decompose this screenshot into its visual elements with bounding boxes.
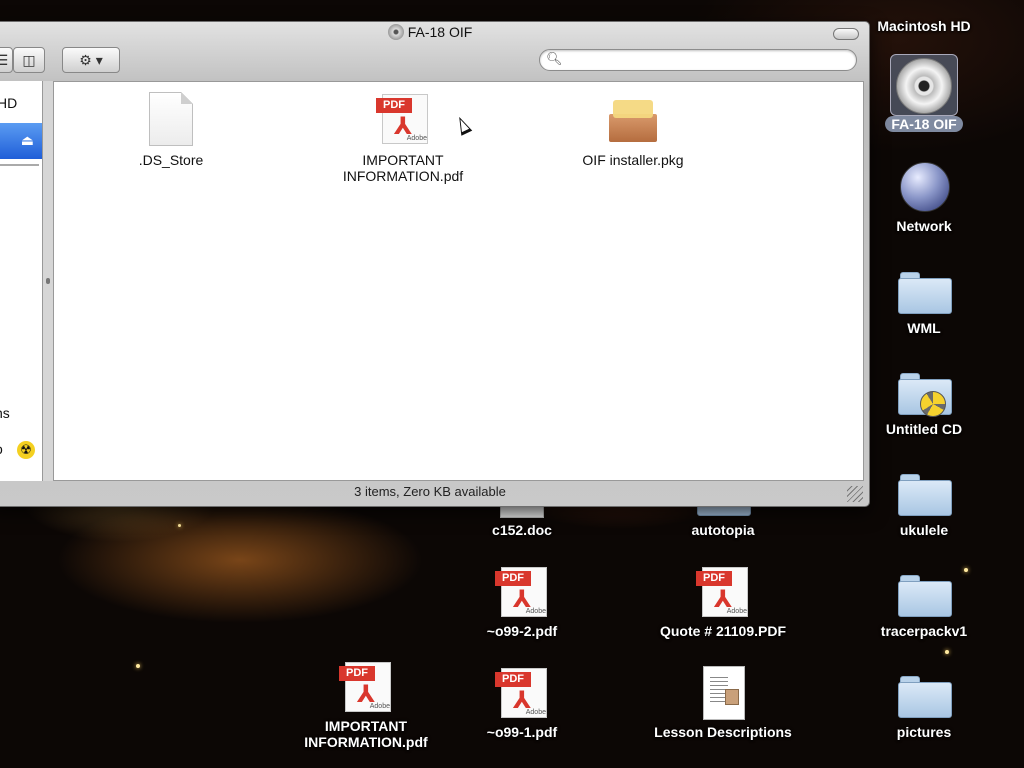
pdf-icon: PDF ⅄ Adobe [376,94,430,144]
status-bar: 3 items, Zero KB available [354,484,506,499]
blank-document-icon [149,92,193,146]
sidebar-item-selected[interactable]: ⏏ [0,123,42,159]
pdf-brand: Adobe [525,608,546,615]
desktop-icon-label: pictures [896,724,952,740]
search-icon: 🔍︎ [546,51,563,66]
desktop-icon-quote-21109-pdf[interactable]: PDF ⅄ Adobe Quote # 21109.PDF [638,565,808,639]
list-view-button[interactable]: ☰ [0,47,13,73]
file-label: IMPORTANT INFORMATION.pdf [342,152,464,184]
hard-drive-icon [892,0,956,16]
desktop-icon-o99-2-pdf[interactable]: PDF ⅄ Adobe ~o99-2.pdf [437,565,607,639]
desktop-icon-tracerpackv1[interactable]: tracerpackv1 [839,565,1009,639]
folder-icon [898,474,952,516]
folder-icon [898,676,952,718]
file-important-information-pdf[interactable]: PDF ⅄ Adobe IMPORTANT INFORMATION.pdf [318,92,488,184]
column-view-button[interactable]: ◫ [13,47,45,73]
desktop-icon-label: c152.doc [492,522,552,538]
pdf-brand: Adobe [726,608,747,615]
pdf-icon: PDF ⅄ Adobe [495,668,549,718]
file-ds-store[interactable]: .DS_Store [86,92,256,168]
eject-icon[interactable]: ⏏ [21,132,34,149]
pdf-icon: PDF ⅄ Adobe [696,567,750,617]
file-browser-content[interactable]: .DS_Store PDF ⅄ Adobe IMPORTANT INFORMAT… [53,81,864,481]
desktop-icon-label: IMPORTANT INFORMATION.pdf [304,718,428,750]
desktop-icon-pictures[interactable]: pictures [839,666,1009,740]
burn-icon[interactable]: ☢ [17,441,35,459]
word-document-icon [703,666,745,720]
network-globe-icon [900,162,950,212]
finder-window[interactable]: FA-18 OIF ☰ ◫ ⚙ ▾ 🔍︎ HD ⏏ s ns o ☢ .DS_S… [0,21,870,507]
search-input[interactable] [564,52,844,68]
resize-grip[interactable] [847,486,863,502]
gear-icon: ⚙ ▾ [79,52,103,68]
desktop-icon-lesson-descriptions[interactable]: Lesson Descriptions [638,666,808,740]
desktop-icon-label: ~o99-2.pdf [486,623,558,639]
desktop-icon-o99-1-pdf[interactable]: PDF ⅄ Adobe ~o99-1.pdf [437,666,607,740]
pdf-icon: PDF ⅄ Adobe [495,567,549,617]
search-field[interactable]: 🔍︎ [539,49,857,71]
sidebar-item-hd[interactable]: HD [0,95,17,111]
folder-icon [898,575,952,617]
toolbar-toggle-button[interactable] [833,28,859,40]
pdf-tag: PDF [696,571,732,586]
sidebar-item-ns[interactable]: ns [0,405,10,421]
pdf-brand: Adobe [369,703,390,710]
pdf-tag: PDF [376,98,412,113]
splitter-handle[interactable] [46,278,50,284]
desktop-icon-label: ~o99-1.pdf [486,724,558,740]
star [136,664,140,668]
pdf-tag: PDF [495,571,531,586]
sidebar-divider [0,164,39,166]
pdf-tag: PDF [495,672,531,687]
desktop-icon-label: autotopia [691,522,755,538]
pdf-tag: PDF [339,666,375,681]
star [945,650,949,654]
action-menu-button[interactable]: ⚙ ▾ [62,47,120,73]
desktop-icon-label: ukulele [899,522,949,538]
star [178,524,181,527]
cd-icon [896,58,952,114]
pdf-brand: Adobe [406,135,427,142]
desktop-icon-label: Lesson Descriptions [654,724,792,740]
file-label: OIF installer.pkg [582,152,684,168]
desktop-icon-important-information-pdf[interactable]: PDF ⅄ Adobe IMPORTANT INFORMATION.pdf [281,660,451,750]
pdf-icon: PDF ⅄ Adobe [339,662,393,712]
sidebar-item-o[interactable]: o [0,441,3,457]
package-icon [603,98,663,142]
file-oif-installer-pkg[interactable]: OIF installer.pkg [548,92,718,168]
cd-icon [387,24,404,40]
desktop-icon-label: tracerpackv1 [880,623,968,639]
pdf-brand: Adobe [525,709,546,716]
window-title-bar[interactable]: FA-18 OIF [0,24,869,40]
cd-folder-icon [898,373,952,417]
desktop-icon-label: FA-18 OIF [885,116,963,132]
list-view-icon: ☰ [0,52,8,68]
window-title: FA-18 OIF [407,24,473,40]
folder-icon [898,272,952,314]
desktop-icon-label: Quote # 21109.PDF [659,623,787,639]
column-view-icon: ◫ [22,52,36,68]
file-label: .DS_Store [138,152,204,168]
sidebar-splitter[interactable] [43,81,53,481]
sidebar: HD ⏏ s ns o ☢ [0,81,43,481]
